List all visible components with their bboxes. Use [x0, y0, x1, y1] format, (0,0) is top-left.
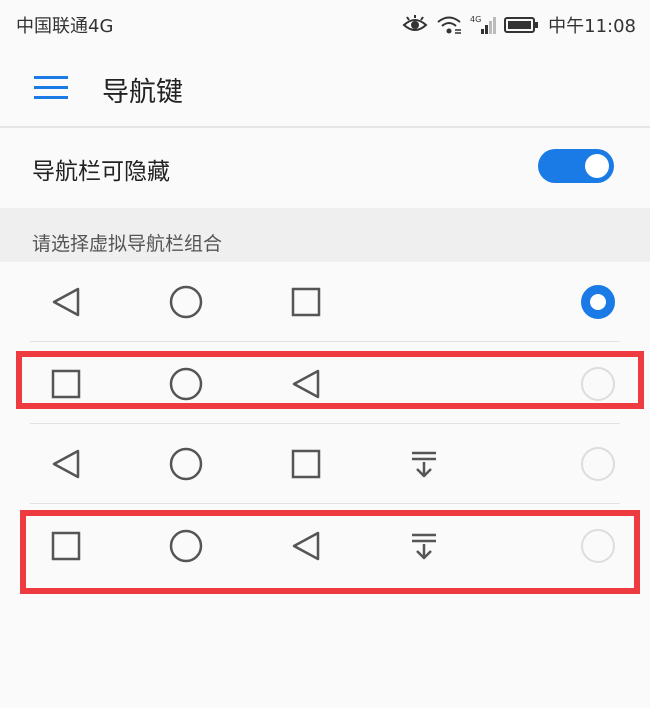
- nav-option-3[interactable]: [0, 424, 650, 504]
- nav-option-1[interactable]: [0, 262, 650, 342]
- section-header: 请选择虚拟导航栏组合: [0, 208, 650, 262]
- hide-nav-toggle[interactable]: [538, 149, 614, 183]
- home-icon: [168, 366, 204, 402]
- divider: [30, 341, 620, 342]
- radio-option-1[interactable]: [581, 285, 615, 319]
- status-bar: 中国联通4G 4G 中午11:08: [0, 0, 650, 50]
- hide-nav-label: 导航栏可隐藏: [32, 159, 170, 185]
- home-icon: [168, 446, 204, 482]
- hamburger-menu-icon[interactable]: [34, 73, 70, 103]
- home-icon: [168, 284, 204, 320]
- app-bar: 导航键: [0, 50, 650, 128]
- carrier-label: 中国联通4G: [16, 16, 114, 37]
- wifi-icon: [436, 15, 462, 35]
- nav-option-4[interactable]: [0, 506, 650, 586]
- status-icons: 4G 中午11:08: [402, 12, 636, 38]
- status-time: 中午11:08: [548, 16, 636, 37]
- recent-icon: [288, 446, 324, 482]
- back-icon: [48, 284, 84, 320]
- network-type-label: 4G: [470, 15, 481, 24]
- section-title: 请选择虚拟导航栏组合: [32, 233, 223, 255]
- notification-pulldown-icon: [406, 528, 442, 564]
- recent-icon: [288, 284, 324, 320]
- back-icon: [288, 366, 324, 402]
- recent-icon: [48, 366, 84, 402]
- back-icon: [288, 528, 324, 564]
- battery-icon: [504, 15, 540, 35]
- recent-icon: [48, 528, 84, 564]
- eye-comfort-icon: [402, 15, 428, 35]
- page-title: 导航键: [102, 77, 183, 108]
- nav-option-2[interactable]: [0, 344, 650, 424]
- radio-option-2[interactable]: [581, 367, 615, 401]
- home-icon: [168, 528, 204, 564]
- divider: [30, 503, 620, 504]
- nav-combination-list: [0, 262, 650, 708]
- toggle-knob: [585, 154, 609, 178]
- signal-icon: 4G: [470, 15, 497, 35]
- radio-option-4[interactable]: [581, 529, 615, 563]
- notification-pulldown-icon: [406, 446, 442, 482]
- radio-option-3[interactable]: [581, 447, 615, 481]
- back-icon: [48, 446, 84, 482]
- hide-nav-setting-row: 导航栏可隐藏: [0, 128, 650, 208]
